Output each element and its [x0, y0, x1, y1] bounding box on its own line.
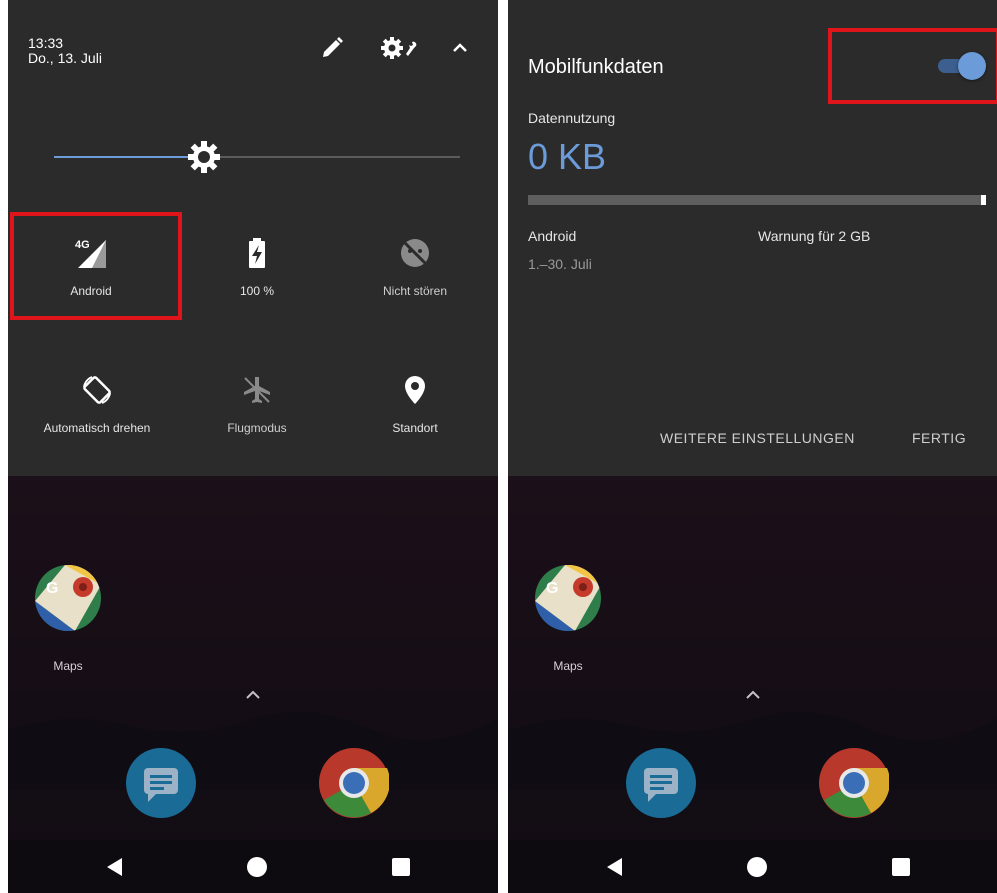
brightness-slider-fill	[54, 156, 205, 158]
auto-rotate-icon	[83, 376, 111, 404]
done-button[interactable]: FERTIG	[912, 430, 966, 446]
chrome-app-icon[interactable]	[819, 748, 890, 818]
more-settings-button[interactable]: WEITERE EINSTELLUNGEN	[660, 430, 855, 446]
tile-location[interactable]: Standort	[340, 373, 490, 435]
maps-label: Maps	[53, 659, 83, 673]
tile-airplane-mode[interactable]: Flugmodus	[182, 373, 332, 435]
home-icon[interactable]	[246, 856, 268, 878]
app-drawer-chevron-icon[interactable]	[244, 686, 262, 704]
billing-period: 1.–30. Juli	[528, 256, 592, 272]
app-drawer-chevron-icon[interactable]	[744, 686, 762, 704]
airplane-icon	[244, 377, 270, 403]
tile-location-label: Standort	[392, 421, 438, 435]
brightness-sun-icon[interactable]	[187, 140, 221, 174]
edit-pencil-icon[interactable]	[320, 36, 344, 60]
data-limit-marker	[981, 195, 986, 205]
tile-do-not-disturb-label: Nicht stören	[382, 284, 448, 298]
tile-battery[interactable]: 100 %	[182, 236, 332, 298]
highlight-box-toggle	[828, 28, 997, 104]
quick-settings-panel: 13:33 Do., 13. Juli 4G Android 100 % Nic…	[8, 0, 498, 476]
maps-app[interactable]: G Maps	[532, 565, 604, 673]
brightness-slider[interactable]	[54, 156, 460, 158]
svg-text:G: G	[46, 580, 58, 597]
back-icon[interactable]	[104, 856, 126, 878]
tile-airplane-mode-label: Flugmodus	[227, 421, 287, 435]
highlight-box-mobile-tile	[10, 212, 182, 320]
collapse-chevron-icon[interactable]	[448, 36, 472, 60]
carrier-name: Android	[528, 228, 577, 244]
maps-icon: G	[535, 565, 601, 631]
data-usage-value: 0 KB	[528, 136, 607, 177]
data-warning: Warnung für 2 GB	[758, 228, 871, 244]
svg-text:G: G	[546, 580, 558, 597]
back-icon[interactable]	[604, 856, 626, 878]
messages-app-icon[interactable]	[126, 748, 196, 818]
location-icon	[405, 376, 425, 404]
mobile-data-title: Mobilfunkdaten	[528, 56, 664, 78]
settings-gear-icon[interactable]	[380, 36, 420, 60]
recents-icon[interactable]	[890, 856, 912, 878]
screen-divider	[498, 0, 508, 893]
tile-do-not-disturb[interactable]: Nicht stören	[340, 236, 490, 298]
data-usage-bar	[528, 195, 986, 205]
tile-auto-rotate-label: Automatisch drehen	[43, 421, 151, 435]
maps-label: Maps	[553, 659, 583, 673]
tile-battery-label: 100 %	[239, 284, 275, 298]
status-date: Do., 13. Juli	[28, 50, 102, 66]
data-usage-label: Datennutzung	[528, 110, 616, 126]
do-not-disturb-icon	[401, 239, 429, 267]
right-screen: G Maps Mobilfunkdaten Datennutzung 0 KB …	[508, 0, 997, 893]
recents-icon[interactable]	[390, 856, 412, 878]
navigation-bar	[508, 840, 997, 893]
tile-auto-rotate[interactable]: Automatisch drehen	[22, 373, 172, 435]
maps-app[interactable]: G Maps	[32, 565, 104, 673]
chrome-app-icon[interactable]	[319, 748, 390, 818]
home-icon[interactable]	[746, 856, 768, 878]
maps-icon: G	[35, 565, 101, 631]
status-time: 13:33	[28, 35, 64, 51]
battery-charging-icon	[249, 238, 265, 268]
left-screen: G Maps 13:33 Do., 13. Juli 4G Android 10…	[8, 0, 498, 893]
navigation-bar	[8, 840, 498, 893]
messages-app-icon[interactable]	[626, 748, 696, 818]
status-clock: 13:33 Do., 13. Juli	[28, 36, 102, 66]
